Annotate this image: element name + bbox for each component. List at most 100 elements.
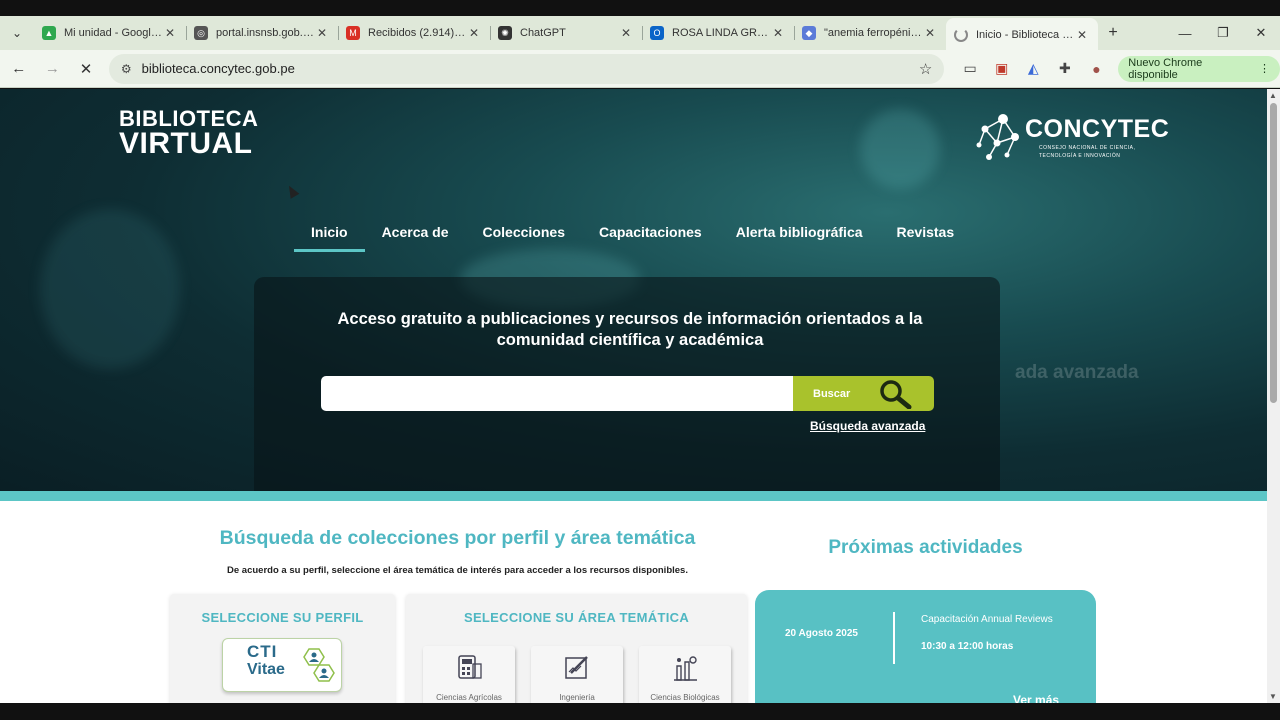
url-text: biblioteca.concytec.gob.pe <box>141 61 295 76</box>
profile-card-title: SELECCIONE SU PERFIL <box>201 610 364 625</box>
extensions-puzzle-icon[interactable]: ✚ <box>1049 54 1081 84</box>
area-label: Ciencias Biológicas <box>650 693 720 702</box>
nav-colecciones[interactable]: Colecciones <box>466 223 582 252</box>
search-input[interactable] <box>321 376 794 411</box>
area-tile-ciencias-biologicas[interactable]: Ciencias Biológicas <box>639 646 731 703</box>
profile-card: SELECCIONE SU PERFIL CTI Vitae <box>170 594 395 703</box>
loading-icon <box>954 28 968 42</box>
hero-banner: ada avanzada BIBLIOTECA VIRTUAL CONCYTEC… <box>0 89 1267 501</box>
nav-alerta-bibliografica[interactable]: Alerta bibliográfica <box>719 223 880 252</box>
nav-revistas[interactable]: Revistas <box>880 223 972 252</box>
logo-line2: VIRTUAL <box>119 126 253 160</box>
advanced-search-link[interactable]: Búsqueda avanzada <box>810 419 925 433</box>
profile-avatar-icon[interactable]: ● <box>1081 54 1113 84</box>
tab-title: Mi unidad - Google D <box>64 27 162 39</box>
tab-title: "anemia ferropénica" <box>824 27 922 39</box>
hero-tagline: Acceso gratuito a publicaciones y recurs… <box>337 310 923 349</box>
activities-title: Próximas actividades <box>828 537 1023 558</box>
search-button[interactable]: Buscar <box>793 376 934 411</box>
chrome-update-label: Nuevo Chrome disponible <box>1128 56 1203 81</box>
browser-tab-3[interactable]: ✺ ChatGPT ✕ <box>490 18 642 48</box>
url-input[interactable]: ⚙ biblioteca.concytec.gob.pe ☆ <box>108 53 945 84</box>
minimize-icon[interactable]: — <box>1166 16 1204 50</box>
nav-capacitaciones[interactable]: Capacitaciones <box>582 223 719 252</box>
browser-tab-5[interactable]: ◆ "anemia ferropénica" ✕ <box>794 18 946 48</box>
web-page: ada avanzada BIBLIOTECA VIRTUAL CONCYTEC… <box>0 89 1267 703</box>
concytec-logo[interactable]: CONCYTEC CONSEJO NACIONAL DE CIENCIA, TE… <box>975 111 1169 163</box>
nav-acerca-de[interactable]: Acerca de <box>365 223 466 252</box>
address-bar: ← → ✕ ⚙ biblioteca.concytec.gob.pe ☆ ▭ ▣… <box>0 50 1280 88</box>
tab-title: ROSA LINDA GRADOS <box>672 27 770 39</box>
biology-lab-icon <box>674 656 697 681</box>
outlook-icon: O <box>650 26 664 40</box>
close-tab-icon[interactable]: ✕ <box>314 26 330 40</box>
browser-tab-active[interactable]: Inicio - Biblioteca Vir ✕ <box>946 18 1098 52</box>
chrome-update-button[interactable]: Nuevo Chrome disponible ⋮ <box>1118 55 1280 82</box>
area-card-title: SELECCIONE SU ÁREA TEMÁTICA <box>463 610 690 625</box>
mendeley-extension-icon[interactable]: ▣ <box>986 54 1018 84</box>
nav-inicio[interactable]: Inicio <box>294 223 365 252</box>
tab-title: Recibidos (2.914) - ls <box>368 27 466 39</box>
pen-drawing-icon <box>565 656 588 679</box>
area-label: Ciencias Agrícolas <box>436 693 502 702</box>
biblioteca-virtual-logo[interactable]: BIBLIOTECA VIRTUAL <box>119 108 258 160</box>
cti-vitae-button[interactable]: CTI Vitae <box>222 638 342 692</box>
hero-bottom-band <box>0 491 1267 501</box>
close-tab-icon[interactable]: ✕ <box>922 26 938 40</box>
collections-title: Búsqueda de colecciones por perfil y áre… <box>219 527 696 549</box>
scroll-up-icon[interactable]: ▲ <box>1269 91 1277 100</box>
browser-tab-4[interactable]: O ROSA LINDA GRADOS ✕ <box>642 18 794 48</box>
more-menu-icon[interactable]: ⋮ <box>1259 62 1270 75</box>
see-more-link[interactable]: Ver más <box>1013 693 1059 703</box>
collections-subtitle: De acuerdo a su perfil, seleccione el ár… <box>227 565 688 576</box>
bookmark-star-icon[interactable]: ☆ <box>919 60 932 78</box>
vitae-label: Vitae <box>247 661 285 678</box>
concytec-network-icon <box>975 111 1025 163</box>
site-info-icon[interactable]: ⚙ <box>121 62 132 76</box>
close-tab-icon[interactable]: ✕ <box>162 26 178 40</box>
chatgpt-icon: ✺ <box>498 26 512 40</box>
tab-title: ChatGPT <box>520 27 566 39</box>
scrollbar-thumb[interactable] <box>1270 103 1277 403</box>
concytec-subtitle-2: TECNOLOGÍA E INNOVACIÓN <box>1039 152 1121 159</box>
area-card: SELECCIONE SU ÁREA TEMÁTICA Ciencias Agr… <box>406 594 747 703</box>
event-divider <box>893 612 895 664</box>
browser-tab-1[interactable]: ◎ portal.insnsb.gob.pe ✕ <box>186 18 338 48</box>
window-controls: — ❐ ✕ <box>1166 16 1280 50</box>
back-arrow-icon[interactable]: ← <box>4 54 34 84</box>
area-tile-ingenieria[interactable]: Ingeniería <box>531 646 623 703</box>
gmail-icon: M <box>346 26 360 40</box>
area-label: Ingeniería <box>559 693 595 702</box>
hero-glow <box>40 209 180 369</box>
cti-label: CTI <box>247 642 278 661</box>
close-tab-icon[interactable]: ✕ <box>618 26 634 40</box>
restore-icon[interactable]: ❐ <box>1204 16 1242 50</box>
event-time: 10:30 a 12:00 horas <box>921 641 1014 652</box>
close-tab-icon[interactable]: ✕ <box>770 26 786 40</box>
globe-icon: ◎ <box>194 26 208 40</box>
new-tab-button[interactable]: + <box>1098 24 1128 42</box>
main-nav: Inicio Acerca de Colecciones Capacitacio… <box>294 223 971 252</box>
analytics-extension-icon[interactable]: ◭ <box>1017 54 1049 84</box>
tab-search-button[interactable]: ⌄ <box>0 16 34 50</box>
event-name: Capacitación Annual Reviews <box>921 614 1053 625</box>
browser-tab-2[interactable]: M Recibidos (2.914) - ls ✕ <box>338 18 490 48</box>
area-tile-ciencias-agricolas[interactable]: Ciencias Agrícolas <box>423 646 515 703</box>
reading-list-icon[interactable]: ▭ <box>954 54 986 84</box>
tab-strip: ⌄ ▲ Mi unidad - Google D ✕ ◎ portal.insn… <box>0 16 1280 52</box>
close-window-icon[interactable]: ✕ <box>1242 16 1280 50</box>
stop-loading-icon[interactable]: ✕ <box>71 54 101 84</box>
tab-title: Inicio - Biblioteca Vir <box>976 29 1074 41</box>
gemini-icon: ◆ <box>802 26 816 40</box>
close-tab-icon[interactable]: ✕ <box>1074 28 1090 42</box>
search-button-label: Buscar <box>813 387 851 400</box>
page-scrollbar[interactable]: ▲ ▼ <box>1267 89 1280 703</box>
close-tab-icon[interactable]: ✕ <box>466 26 482 40</box>
browser-tab-0[interactable]: ▲ Mi unidad - Google D ✕ <box>34 18 186 48</box>
screen-top-border <box>0 0 1280 16</box>
scroll-down-icon[interactable]: ▼ <box>1269 692 1277 701</box>
forward-arrow-icon[interactable]: → <box>38 54 68 84</box>
google-drive-icon: ▲ <box>42 26 56 40</box>
screen-bottom-border <box>0 703 1280 720</box>
magnifier-icon <box>880 380 912 409</box>
